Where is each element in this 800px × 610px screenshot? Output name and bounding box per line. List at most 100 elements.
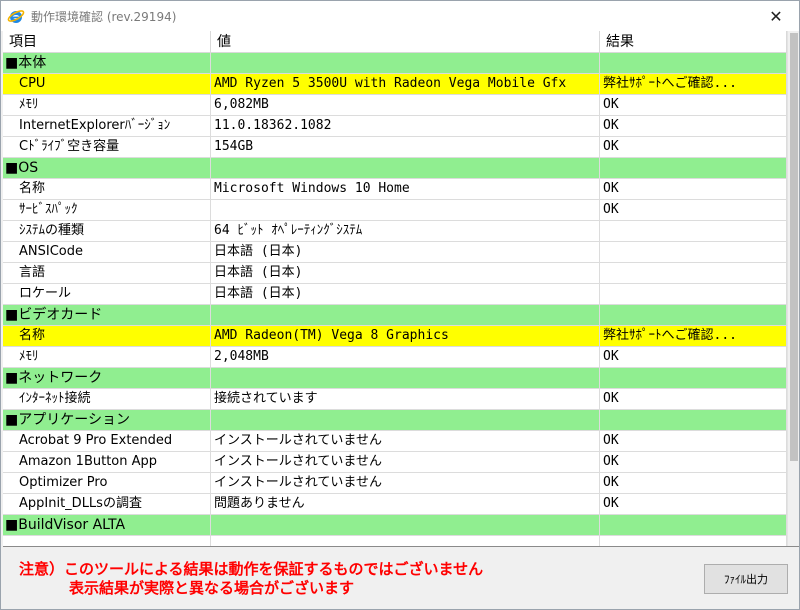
table-row[interactable]: ﾒﾓﾘ 6,082MB OK — [3, 95, 787, 116]
scrollbar-thumb[interactable] — [790, 33, 798, 461]
cell-result — [600, 305, 787, 325]
cell-value: 6,082MB — [211, 95, 600, 115]
column-header-result[interactable]: 結果 — [600, 31, 787, 53]
cell-item: CPU — [3, 74, 211, 94]
cell-value: インストールされていません — [211, 431, 600, 451]
cell-value — [211, 158, 600, 178]
table-row[interactable]: ｻｰﾋﾞｽﾊﾟｯｸ OK — [3, 200, 787, 221]
cell-result — [600, 221, 787, 241]
cell-item: ■アプリケーション — [3, 410, 211, 430]
cell-value: AMD Radeon(TM) Vega 8 Graphics — [211, 326, 600, 346]
cell-item: ■OS — [3, 158, 211, 178]
section-row[interactable]: ■BuildVisor ALTA — [3, 515, 787, 536]
section-row[interactable]: ■アプリケーション — [3, 410, 787, 431]
cell-value — [211, 410, 600, 430]
table-row[interactable]: Optimizer Pro インストールされていません OK — [3, 473, 787, 494]
table-row[interactable]: ANSICode 日本語 (日本) — [3, 242, 787, 263]
cell-value: 日本語 (日本) — [211, 263, 600, 283]
section-row[interactable]: ■ビデオカード — [3, 305, 787, 326]
table-row[interactable]: Cﾄﾞﾗｲﾌﾞ空き容量 154GB OK — [3, 137, 787, 158]
cell-value — [211, 368, 600, 388]
table-row[interactable]: ロケール 日本語 (日本) — [3, 284, 787, 305]
cell-result: OK — [600, 494, 787, 514]
cell-result — [600, 53, 787, 73]
cell-item: ｼｽﾃﾑの種類 — [3, 221, 211, 241]
table-row[interactable]: ｼｽﾃﾑの種類 64 ﾋﾞｯﾄ ｵﾍﾟﾚｰﾃｨﾝｸﾞｼｽﾃﾑ — [3, 221, 787, 242]
cell-item: ﾒﾓﾘ — [3, 347, 211, 367]
window-title: 動作環境確認 (rev.29194) — [31, 10, 177, 24]
cell-item: ｲﾝﾀｰﾈｯﾄ接続 — [3, 389, 211, 409]
cell-value: インストールされていません — [211, 473, 600, 493]
vertical-scrollbar[interactable] — [787, 31, 799, 546]
cell-result: OK — [600, 431, 787, 451]
section-row[interactable]: ■本体 — [3, 53, 787, 74]
table-row[interactable]: InternetExplorerﾊﾞｰｼﾞｮﾝ 11.0.18362.1082 OK — [3, 116, 787, 137]
notice-line-2: 表示結果が実際と異なる場合がございます — [69, 579, 355, 597]
cell-result: OK — [600, 200, 787, 220]
cell-item: InternetExplorerﾊﾞｰｼﾞｮﾝ — [3, 116, 211, 136]
cell-result: OK — [600, 473, 787, 493]
cell-item: ｻｰﾋﾞｽﾊﾟｯｸ — [3, 200, 211, 220]
cell-result — [600, 536, 787, 546]
file-export-button[interactable]: ﾌｧｲﾙ出力 — [704, 564, 788, 594]
cell-value: 64 ﾋﾞｯﾄ ｵﾍﾟﾚｰﾃｨﾝｸﾞｼｽﾃﾑ — [211, 221, 600, 241]
cell-value: 接続されています — [211, 389, 600, 409]
cell-value — [211, 536, 600, 546]
table-row[interactable] — [3, 536, 787, 546]
cell-result: OK — [600, 452, 787, 472]
cell-item — [3, 536, 211, 546]
cell-result — [600, 284, 787, 304]
cell-result — [600, 515, 787, 535]
cell-item: 言語 — [3, 263, 211, 283]
table-row[interactable]: AppInit_DLLsの調査 問題ありません OK — [3, 494, 787, 515]
cell-value: 11.0.18362.1082 — [211, 116, 600, 136]
grid-header: 項目 値 結果 — [3, 31, 787, 53]
cell-item: Acrobat 9 Pro Extended — [3, 431, 211, 451]
cell-item: 名称 — [3, 179, 211, 199]
cell-item: Amazon 1Button App — [3, 452, 211, 472]
cell-value — [211, 53, 600, 73]
table-row[interactable]: 名称 AMD Radeon(TM) Vega 8 Graphics 弊社ｻﾎﾟｰﾄへ… — [3, 326, 787, 347]
column-header-item[interactable]: 項目 — [3, 31, 211, 53]
cell-item: ■ネットワーク — [3, 368, 211, 388]
section-row[interactable]: ■OS — [3, 158, 787, 179]
close-button[interactable]: ✕ — [753, 1, 799, 31]
cell-item: 名称 — [3, 326, 211, 346]
title-bar: 動作環境確認 (rev.29194) ✕ — [1, 1, 799, 31]
notice-text: 注意）このツールによる結果は動作を保証するものではございません 表示結果が実際と… — [19, 560, 483, 598]
notice-line-1: 注意）このツールによる結果は動作を保証するものではございません — [19, 560, 484, 578]
cell-value — [211, 305, 600, 325]
cell-value: 154GB — [211, 137, 600, 157]
table-row[interactable]: 言語 日本語 (日本) — [3, 263, 787, 284]
table-row[interactable]: Amazon 1Button App インストールされていません OK — [3, 452, 787, 473]
cell-result — [600, 368, 787, 388]
section-row[interactable]: ■ネットワーク — [3, 368, 787, 389]
app-window: 動作環境確認 (rev.29194) ✕ 項目 値 結果 ■本体 CPU AMD R… — [0, 0, 800, 610]
cell-value: インストールされていません — [211, 452, 600, 472]
cell-result — [600, 263, 787, 283]
cell-result — [600, 242, 787, 262]
cell-item: ■本体 — [3, 53, 211, 73]
cell-result — [600, 410, 787, 430]
cell-result: OK — [600, 95, 787, 115]
grid-rows: ■本体 CPU AMD Ryzen 5 3500U with Radeon Vega… — [3, 53, 787, 546]
cell-result: OK — [600, 347, 787, 367]
cell-value: 2,048MB — [211, 347, 600, 367]
table-row[interactable]: CPU AMD Ryzen 5 3500U with Radeon Vega Mo… — [3, 74, 787, 95]
internet-explorer-icon — [7, 7, 25, 25]
cell-value: 問題ありません — [211, 494, 600, 514]
table-row[interactable]: Acrobat 9 Pro Extended インストールされていません OK — [3, 431, 787, 452]
table-row[interactable]: 名称 Microsoft Windows 10 Home OK — [3, 179, 787, 200]
cell-item: AppInit_DLLsの調査 — [3, 494, 211, 514]
close-icon: ✕ — [769, 6, 783, 26]
environment-grid: 項目 値 結果 ■本体 CPU AMD Ryzen 5 3500U with Rad… — [3, 31, 799, 547]
table-row[interactable]: ﾒﾓﾘ 2,048MB OK — [3, 347, 787, 368]
table-row[interactable]: ｲﾝﾀｰﾈｯﾄ接続 接続されています OK — [3, 389, 787, 410]
cell-value: Microsoft Windows 10 Home — [211, 179, 600, 199]
column-header-value[interactable]: 値 — [211, 31, 600, 53]
cell-value: 日本語 (日本) — [211, 242, 600, 262]
cell-result: OK — [600, 116, 787, 136]
cell-result: 弊社ｻﾎﾟｰﾄへご確認... — [600, 326, 787, 346]
cell-item: ANSICode — [3, 242, 211, 262]
cell-result: OK — [600, 137, 787, 157]
